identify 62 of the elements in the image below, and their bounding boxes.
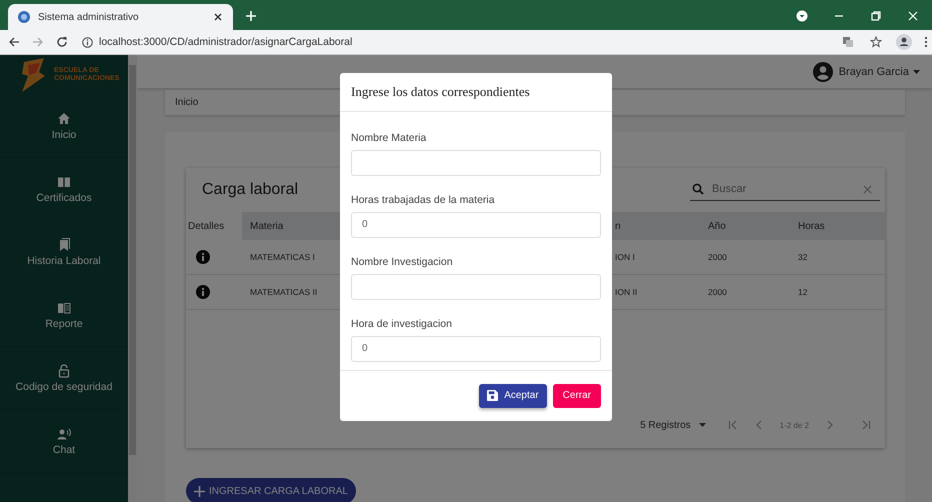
caret-icon <box>698 423 706 427</box>
info-icon[interactable] <box>196 285 210 299</box>
avatar-icon[interactable] <box>812 62 833 82</box>
browser-tab[interactable]: Sistema administrativo <box>8 4 233 30</box>
field-label: Nombre Investigacion <box>351 254 454 270</box>
field-label: Horas trabajadas de la materia <box>351 192 496 208</box>
table-cell: 32 <box>798 252 808 262</box>
caret-icon <box>913 70 920 74</box>
table-title: Carga laboral <box>202 181 298 199</box>
input-field[interactable]: 0 <box>351 212 601 238</box>
input-field[interactable] <box>351 150 601 176</box>
page-range: 1-2 de 2 <box>780 420 809 430</box>
scrollbar-thumb[interactable] <box>129 65 136 455</box>
input-field[interactable] <box>351 274 601 300</box>
reload-icon[interactable] <box>56 36 68 48</box>
column-header[interactable]: Año <box>708 220 726 232</box>
table-cell: 12 <box>798 287 808 297</box>
scrollbar[interactable] <box>128 55 137 502</box>
page-size-select[interactable]: 5 Registros <box>640 420 706 430</box>
table-cell: 2000 <box>708 287 727 297</box>
book-icon <box>57 300 71 314</box>
column-header[interactable]: n <box>615 220 621 232</box>
dropdown-icon[interactable] <box>796 10 808 22</box>
dialog-title: Ingrese los datos correspondientes <box>340 73 612 112</box>
table-cell: ION I <box>615 252 635 262</box>
column-header[interactable]: Detalles <box>188 220 224 232</box>
home-icon <box>57 112 71 126</box>
close-button[interactable]: Cerrar <box>552 384 601 408</box>
lock-icon <box>57 364 71 378</box>
logo-icon <box>20 58 46 92</box>
globe-icon <box>18 11 30 23</box>
field-label: Hora de investigacion <box>351 316 453 332</box>
profile-icon[interactable] <box>896 34 912 50</box>
info-icon[interactable] <box>82 36 93 48</box>
table-cell: ION II <box>615 287 638 297</box>
table-cell: 2000 <box>708 252 727 262</box>
menu-icon[interactable] <box>924 36 928 48</box>
add-button[interactable]: INGRESAR CARGA LABORAL <box>186 478 356 502</box>
column-header[interactable]: Horas <box>798 220 825 232</box>
table-cell: MATEMATICAS I <box>250 252 315 262</box>
star-icon[interactable] <box>870 36 882 48</box>
table-cell: MATEMATICAS II <box>250 287 318 297</box>
back-icon[interactable] <box>8 36 20 48</box>
info-icon[interactable] <box>196 250 210 264</box>
translate-icon[interactable] <box>842 36 854 48</box>
restore-icon[interactable] <box>870 10 882 22</box>
accept-button[interactable]: Aceptar <box>479 384 547 408</box>
url-text[interactable]: localhost:3000/CD/administrador/asignarCargaLaboral <box>99 36 352 48</box>
search-field[interactable]: Buscar <box>710 182 857 196</box>
new-tab-icon[interactable] <box>245 10 257 22</box>
person-speaking-icon <box>57 426 71 440</box>
book-icon <box>57 174 71 188</box>
close-icon[interactable] <box>213 12 223 22</box>
user-menu[interactable]: Brayan Garcia <box>838 66 920 78</box>
bookmark-icon <box>57 238 71 252</box>
search-icon <box>692 183 704 195</box>
input-field[interactable]: 0 <box>351 336 601 362</box>
column-header[interactable]: Materia <box>250 220 284 232</box>
breadcrumb-link[interactable]: Inicio <box>175 97 198 108</box>
save-icon <box>487 390 498 402</box>
field-label: Nombre Materia <box>351 130 428 146</box>
plus-icon <box>194 486 205 496</box>
